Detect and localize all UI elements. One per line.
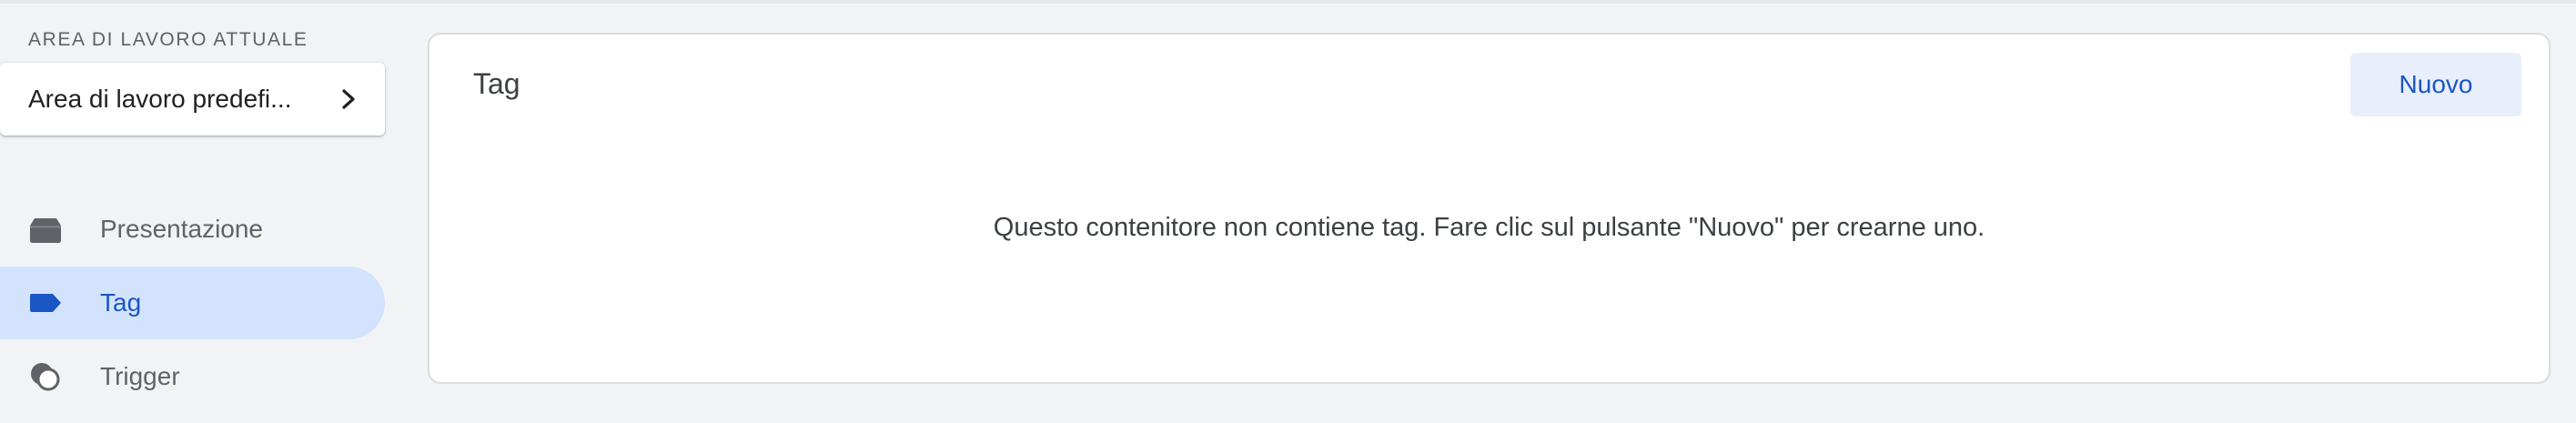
workspace-name: Area di lavoro predefi...	[28, 85, 292, 113]
new-tag-button[interactable]: Nuovo	[2350, 53, 2521, 116]
tags-card: Tag Nuovo Questo contenitore non contien…	[428, 33, 2551, 384]
tag-icon	[30, 294, 61, 312]
sidebar-item-trigger[interactable]: Trigger	[0, 340, 385, 413]
sidebar-item-tag[interactable]: Tag	[0, 267, 385, 339]
trigger-icon	[31, 363, 60, 391]
page-title: Tag	[473, 67, 520, 100]
chevron-right-icon	[342, 89, 355, 109]
workspace-section-label: AREA DI LAVORO ATTUALE	[28, 29, 308, 50]
workspace-selector[interactable]: Area di lavoro predefi...	[0, 63, 385, 136]
sidebar-item-label: Trigger	[100, 362, 180, 390]
sidebar-item-label: Presentazione	[100, 215, 264, 243]
sidebar-item-label: Tag	[100, 288, 142, 317]
empty-state-message: Questo contenitore non contiene tag. Far…	[993, 213, 1985, 242]
sidebar-item-presentazione[interactable]: Presentazione	[0, 193, 385, 266]
sidebar: AREA DI LAVORO ATTUALE Area di lavoro pr…	[0, 0, 400, 423]
overview-folder-icon	[30, 218, 61, 243]
